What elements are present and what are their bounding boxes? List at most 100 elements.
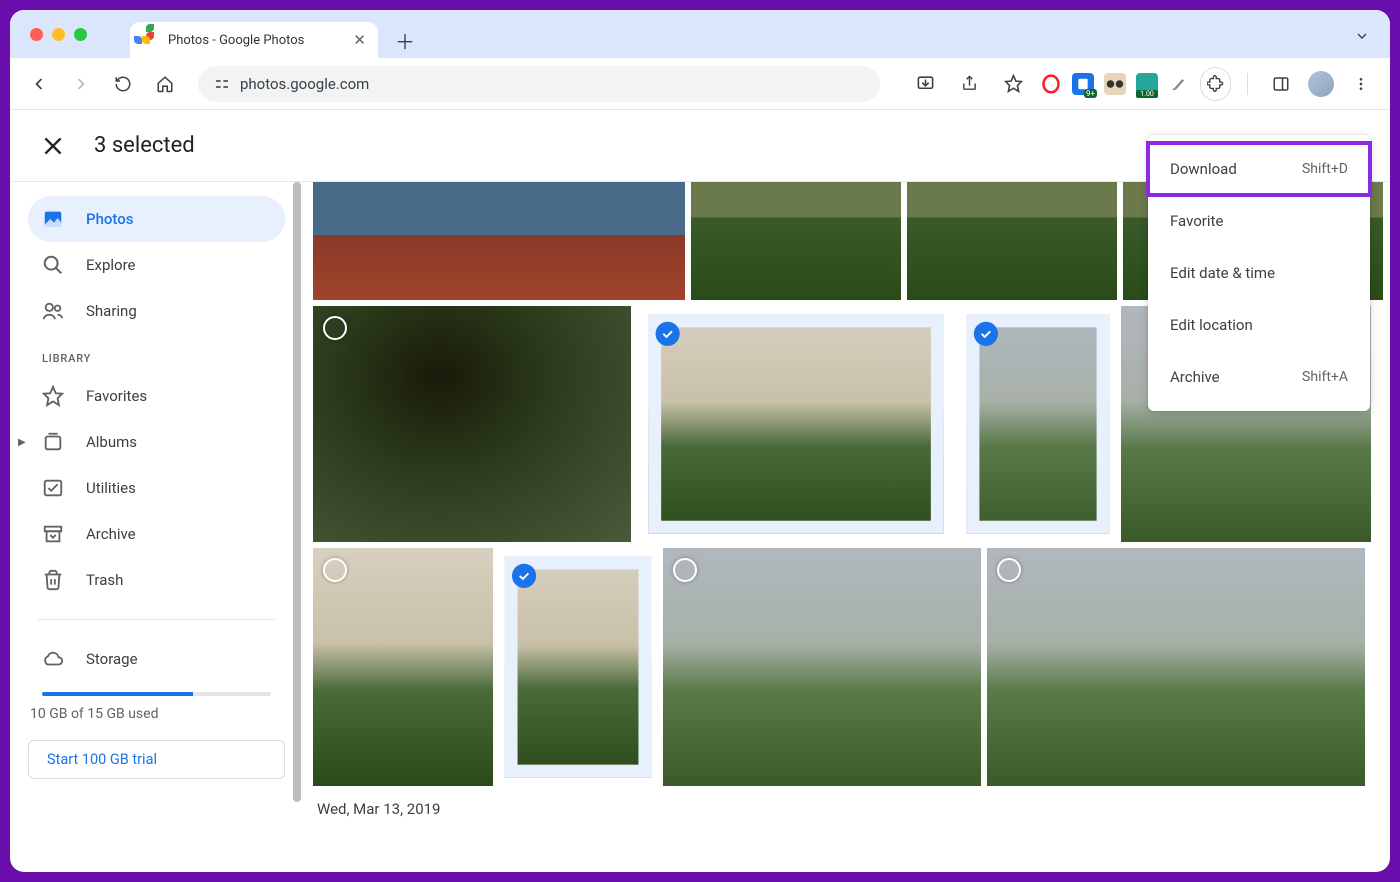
sidebar-divider <box>38 619 275 620</box>
dropdown-item-favorite[interactable]: Favorite <box>1148 195 1370 247</box>
selected-check-icon[interactable] <box>656 322 680 346</box>
sidebar-item-storage[interactable]: Storage <box>28 636 285 682</box>
photo-thumbnail[interactable] <box>987 548 1365 786</box>
new-tab-button[interactable]: ＋ <box>390 25 420 55</box>
extension-opera-icon[interactable] <box>1040 73 1062 95</box>
extensions-button[interactable] <box>1200 67 1231 101</box>
select-circle-icon[interactable] <box>323 316 347 340</box>
library-section-label: LIBRARY <box>28 334 285 373</box>
dropdown-item-edit-datetime[interactable]: Edit date & time <box>1148 247 1370 299</box>
sidebar-item-label: Utilities <box>86 479 136 497</box>
sidebar-item-label: Albums <box>86 433 137 451</box>
sidebar-item-label: Storage <box>86 650 138 668</box>
date-section-label: Wed, Mar 13, 2019 <box>317 800 1390 818</box>
site-info-icon[interactable] <box>214 76 230 92</box>
cloud-icon <box>42 648 64 670</box>
tab-title: Photos - Google Photos <box>168 33 304 48</box>
dropdown-item-archive[interactable]: Archive Shift+A <box>1148 351 1370 403</box>
minimize-window-button[interactable] <box>52 28 65 41</box>
close-selection-button[interactable] <box>40 133 66 159</box>
sidebar-item-label: Photos <box>86 210 133 228</box>
close-window-button[interactable] <box>30 28 43 41</box>
start-trial-button[interactable]: Start 100 GB trial <box>28 740 285 779</box>
sidebar-item-albums[interactable]: ▶ Albums <box>28 419 285 465</box>
sidebar-item-sharing[interactable]: Sharing <box>28 288 285 334</box>
image-icon <box>42 208 64 230</box>
photo-thumbnail-selected[interactable] <box>966 314 1109 533</box>
bookmark-icon[interactable] <box>996 67 1030 101</box>
archive-icon <box>42 523 64 545</box>
photo-thumbnail-selected[interactable] <box>505 556 652 777</box>
google-photos-favicon <box>142 32 158 48</box>
extension-badge: 9+ <box>1084 89 1097 98</box>
sidebar: Photos Explore Sharing LIBRARY Favorite <box>10 182 293 872</box>
storage-progress-fill <box>42 692 193 696</box>
sidebar-item-utilities[interactable]: Utilities <box>28 465 285 511</box>
photo-thumbnail[interactable] <box>313 306 631 542</box>
sidebar-item-label: Trash <box>86 571 123 589</box>
browser-tab-strip: Photos - Google Photos ✕ ＋ <box>10 10 1390 58</box>
dropdown-item-label: Favorite <box>1170 212 1223 230</box>
back-button[interactable] <box>22 67 56 101</box>
selection-count: 3 selected <box>94 133 195 158</box>
reload-button[interactable] <box>106 67 140 101</box>
star-icon <box>42 385 64 407</box>
side-panel-button[interactable] <box>1264 67 1298 101</box>
address-bar[interactable]: photos.google.com <box>198 66 880 102</box>
people-icon <box>42 300 64 322</box>
dropdown-item-download[interactable]: Download Shift+D <box>1148 143 1370 195</box>
extension-price-icon[interactable]: 1.00 <box>1136 73 1158 95</box>
chevron-right-icon: ▶ <box>18 437 26 448</box>
storage-usage-text: 10 GB of 15 GB used <box>28 706 285 736</box>
photo-thumbnail[interactable] <box>691 182 901 300</box>
dropdown-item-shortcut: Shift+D <box>1302 161 1348 177</box>
dropdown-item-label: Download <box>1170 160 1237 178</box>
storage-progress-bar <box>42 692 271 696</box>
dropdown-item-label: Archive <box>1170 368 1220 386</box>
extension-glasses-icon[interactable] <box>1104 73 1126 95</box>
browser-tab[interactable]: Photos - Google Photos ✕ <box>130 22 378 58</box>
extension-download-manager-icon[interactable]: 9+ <box>1072 73 1094 95</box>
selected-check-icon[interactable] <box>512 564 536 588</box>
url-text: photos.google.com <box>240 75 369 93</box>
window-controls <box>30 28 87 41</box>
forward-button[interactable] <box>64 67 98 101</box>
toolbar-divider <box>1247 73 1248 95</box>
dropdown-item-label: Edit date & time <box>1170 264 1275 282</box>
tab-overflow-button[interactable] <box>1354 28 1370 48</box>
sidebar-item-explore[interactable]: Explore <box>28 242 285 288</box>
install-app-icon[interactable] <box>908 67 942 101</box>
trash-icon <box>42 569 64 591</box>
select-circle-icon[interactable] <box>323 558 347 582</box>
search-icon <box>42 254 64 276</box>
sidebar-item-favorites[interactable]: Favorites <box>28 373 285 419</box>
photo-thumbnail[interactable] <box>313 548 493 786</box>
photo-thumbnail[interactable] <box>907 182 1117 300</box>
select-circle-icon[interactable] <box>997 558 1021 582</box>
selection-actions-dropdown: Download Shift+D Favorite Edit date & ti… <box>1148 135 1370 411</box>
extension-price-badge: 1.00 <box>1136 90 1158 98</box>
dropdown-item-label: Edit location <box>1170 316 1253 334</box>
sidebar-item-archive[interactable]: Archive <box>28 511 285 557</box>
photo-thumbnail-selected[interactable] <box>648 314 944 533</box>
dropdown-item-edit-location[interactable]: Edit location <box>1148 299 1370 351</box>
sidebar-item-label: Favorites <box>86 387 147 405</box>
profile-avatar[interactable] <box>1308 71 1334 97</box>
close-tab-icon[interactable]: ✕ <box>353 31 366 49</box>
maximize-window-button[interactable] <box>74 28 87 41</box>
select-circle-icon[interactable] <box>673 558 697 582</box>
photo-thumbnail[interactable] <box>663 548 981 786</box>
home-button[interactable] <box>148 67 182 101</box>
sidebar-item-label: Archive <box>86 525 136 543</box>
sidebar-item-trash[interactable]: Trash <box>28 557 285 603</box>
selected-check-icon[interactable] <box>974 322 998 346</box>
share-icon[interactable] <box>952 67 986 101</box>
chrome-menu-button[interactable] <box>1344 67 1378 101</box>
browser-toolbar: photos.google.com 9+ 1.00 <box>10 58 1390 110</box>
extension-brush-icon[interactable] <box>1168 73 1190 95</box>
sidebar-item-photos[interactable]: Photos <box>28 196 285 242</box>
sidebar-item-label: Explore <box>86 256 136 274</box>
photo-thumbnail[interactable] <box>313 182 685 300</box>
album-icon <box>42 431 64 453</box>
sidebar-item-label: Sharing <box>86 302 137 320</box>
